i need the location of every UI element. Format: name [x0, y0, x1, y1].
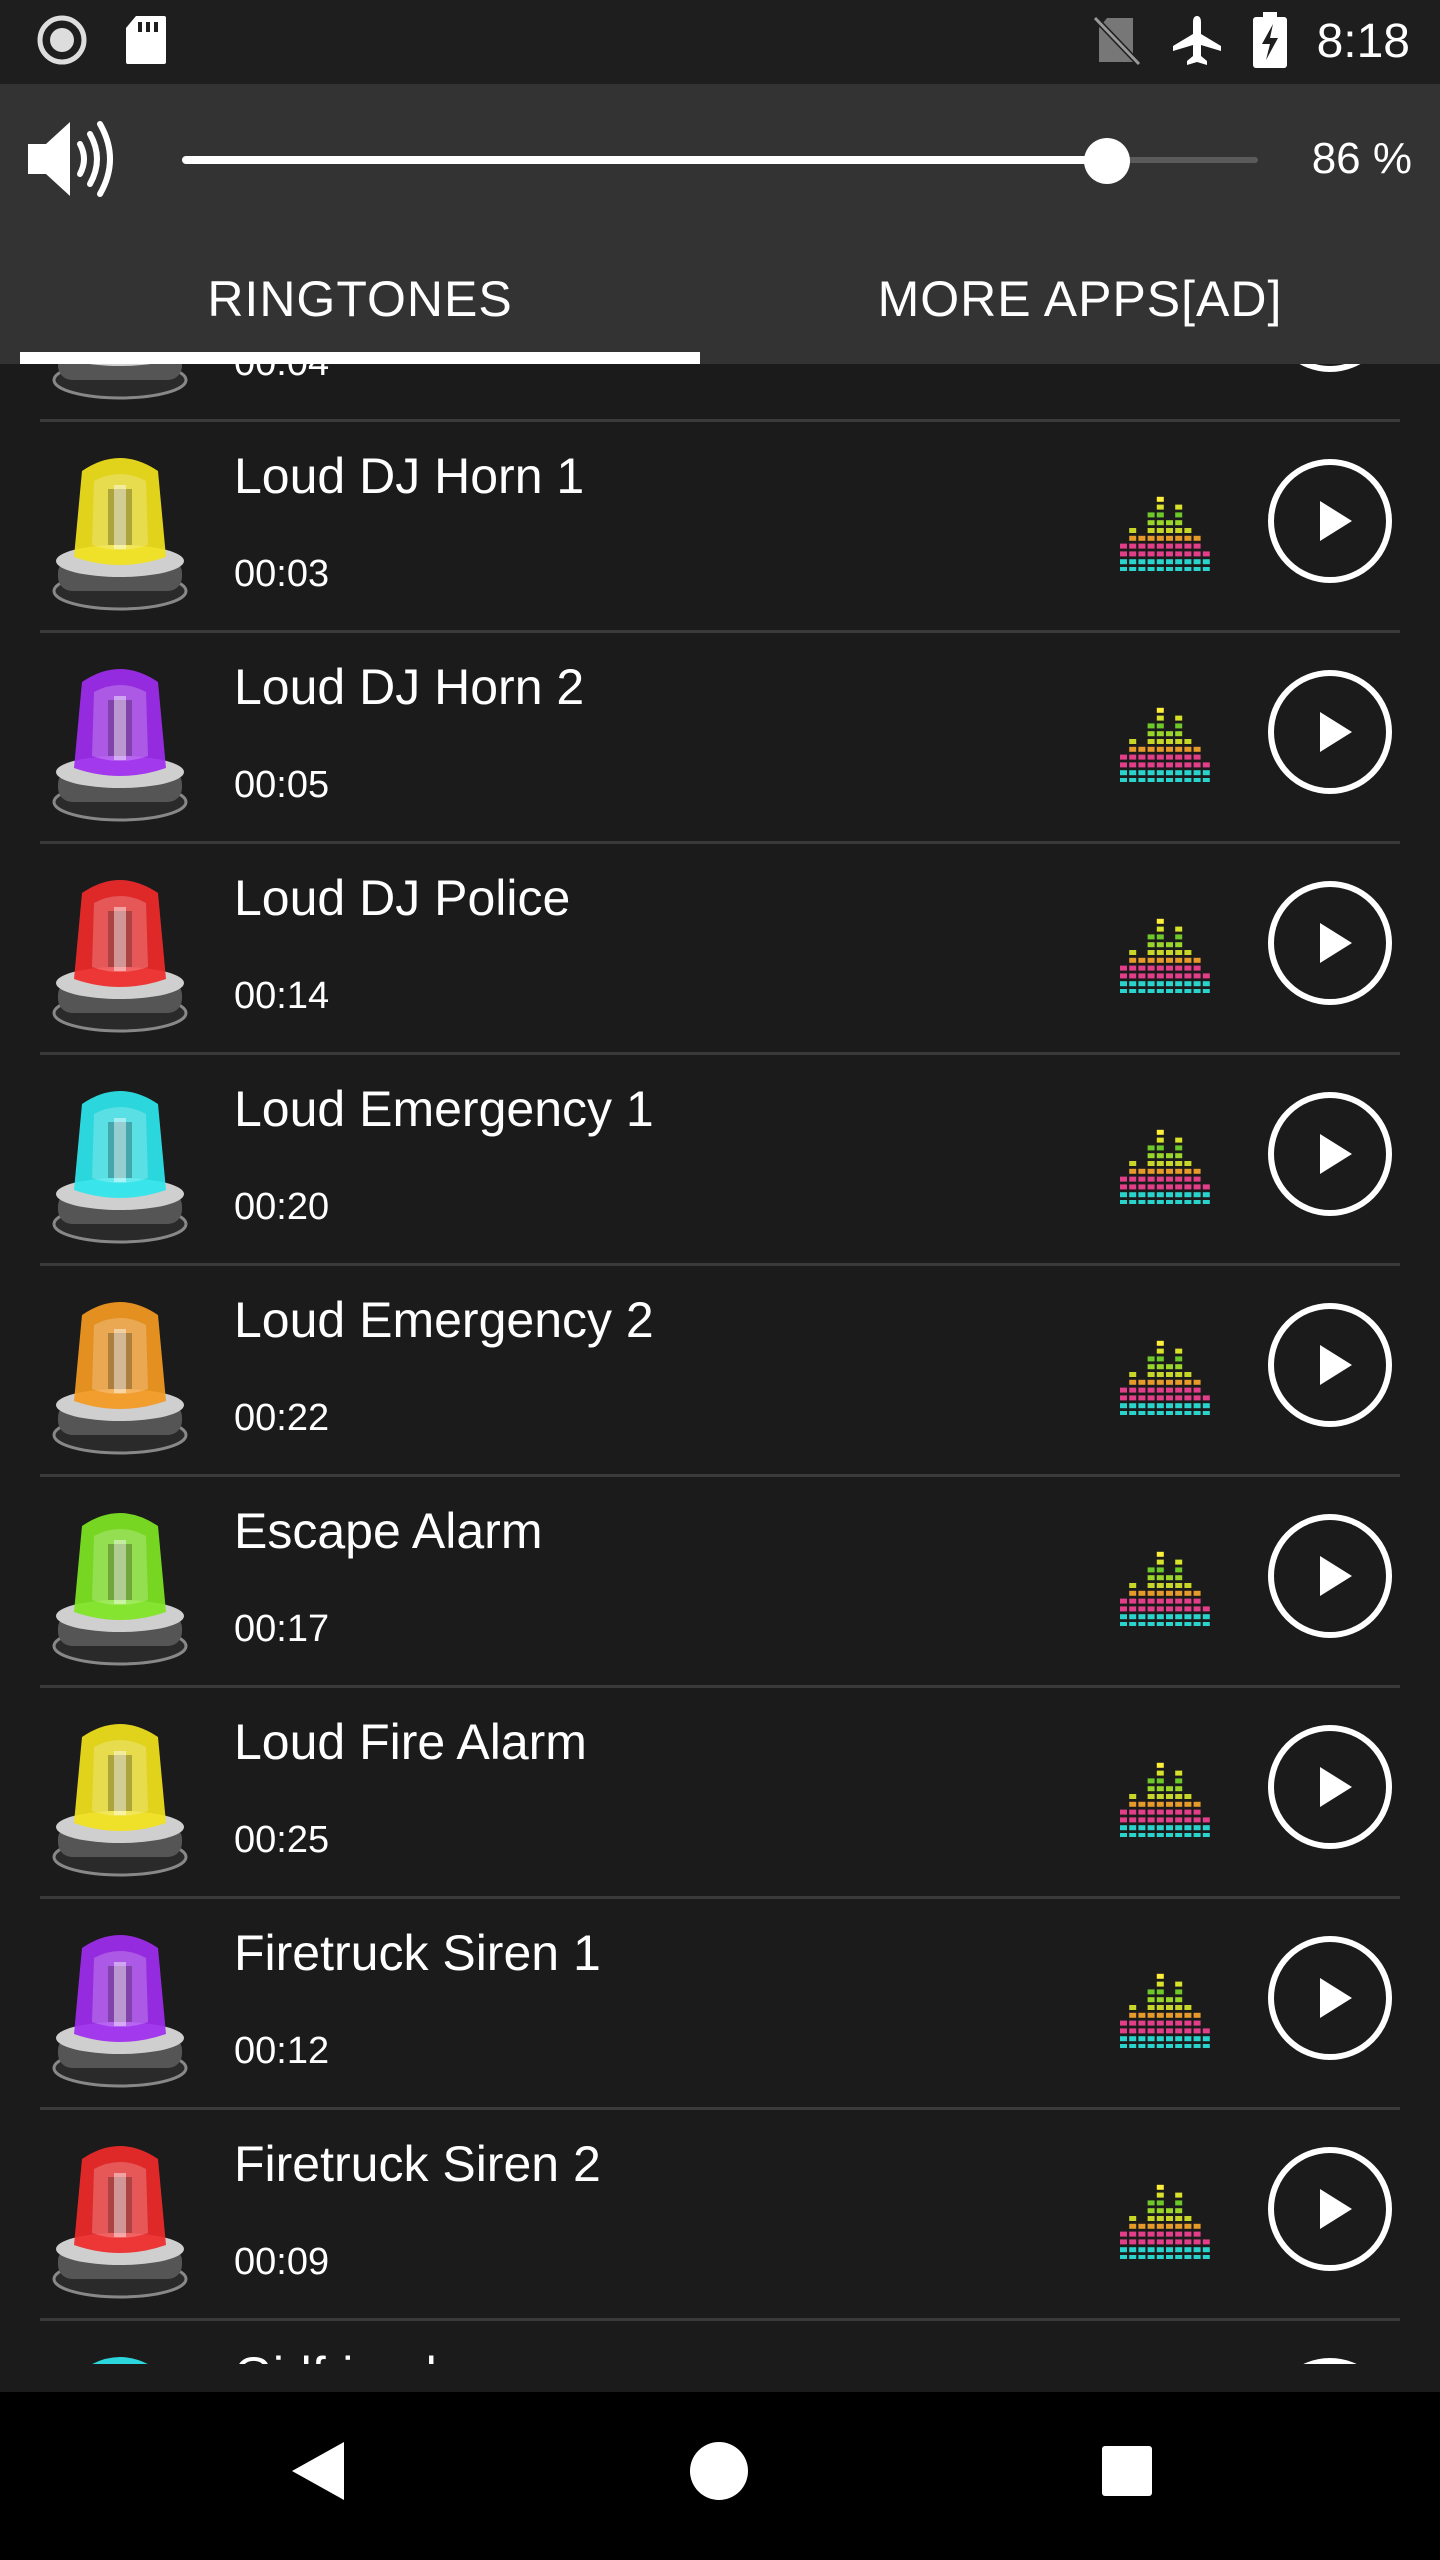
volume-slider-thumb[interactable]: [1084, 138, 1131, 184]
ringtone-title: Loud Emergency 2: [234, 1292, 654, 1348]
ringtone-title: Girlfriend: [234, 2346, 437, 2364]
equalizer-icon[interactable]: [1120, 2177, 1212, 2260]
equalizer-icon[interactable]: [1120, 1122, 1212, 1205]
ringtone-row[interactable]: Loud DJ Police 00:14: [40, 843, 1400, 1055]
volume-bar: 86 %: [0, 84, 1440, 234]
ringtone-row[interactable]: Loud DJ Horn 1 00:03: [40, 421, 1400, 633]
ringtone-duration: 00:03: [234, 553, 330, 595]
home-icon[interactable]: [684, 2436, 754, 2511]
ringtone-row[interactable]: 00:04: [40, 364, 1400, 422]
siren-light-icon: [50, 863, 190, 1033]
play-button[interactable]: [1268, 1303, 1392, 1427]
ringtone-row[interactable]: Escape Alarm 00:17: [40, 1476, 1400, 1688]
tab-bar: RINGTONES MORE APPS[AD]: [0, 234, 1440, 364]
ringtone-row[interactable]: Loud Emergency 1 00:20: [40, 1054, 1400, 1266]
play-button[interactable]: [1268, 459, 1392, 583]
play-button[interactable]: [1268, 364, 1392, 372]
siren-light-icon: [50, 652, 190, 822]
ringtone-duration: 00:17: [234, 1608, 330, 1650]
volume-percent: 86 %: [1311, 134, 1412, 183]
siren-light-icon: [50, 364, 190, 400]
equalizer-icon[interactable]: [1120, 1966, 1212, 2049]
equalizer-icon[interactable]: [1120, 911, 1212, 994]
tab-indicator: [20, 352, 700, 364]
equalizer-icon[interactable]: [1120, 1755, 1212, 1838]
equalizer-icon[interactable]: [1120, 489, 1212, 572]
ringtone-list[interactable]: 00:04 Loud DJ Horn 1 00:03 Loud DJ Horn 2 00…: [0, 364, 1440, 2364]
siren-light-icon: [50, 1074, 190, 1244]
ringtone-row[interactable]: Loud DJ Horn 2 00:05: [40, 632, 1400, 844]
ringtone-duration: 00:22: [234, 1397, 330, 1439]
play-button[interactable]: [1268, 2358, 1392, 2364]
tab-more-apps[interactable]: MORE APPS[AD]: [720, 234, 1440, 364]
siren-light-icon: [50, 441, 190, 611]
play-icon: [1314, 1554, 1354, 1598]
ringtone-title: Firetruck Siren 2: [234, 2136, 601, 2192]
ringtone-title: Loud Fire Alarm: [234, 1714, 587, 1770]
record-icon: [36, 14, 88, 71]
ringtone-row[interactable]: Loud Fire Alarm 00:25: [40, 1687, 1400, 1899]
play-button[interactable]: [1268, 881, 1392, 1005]
play-button[interactable]: [1268, 1092, 1392, 1216]
equalizer-icon[interactable]: [1120, 1333, 1212, 1416]
siren-light-icon: [50, 1285, 190, 1455]
equalizer-icon[interactable]: [1120, 1544, 1212, 1627]
play-icon: [1314, 921, 1354, 965]
play-button[interactable]: [1268, 2147, 1392, 2271]
ringtone-duration: 00:05: [234, 764, 330, 806]
play-button[interactable]: [1268, 670, 1392, 794]
ringtone-title: Loud DJ Police: [234, 870, 571, 926]
siren-light-icon: [50, 2340, 190, 2364]
play-icon: [1314, 710, 1354, 754]
siren-light-icon: [50, 1918, 190, 2088]
ringtone-duration: 00:09: [234, 2241, 330, 2283]
equalizer-icon[interactable]: [1120, 700, 1212, 783]
battery-charging-icon: [1252, 11, 1287, 73]
siren-light-icon: [50, 1707, 190, 1877]
status-bar: 8:18: [0, 0, 1440, 84]
ringtone-title: Firetruck Siren 1: [234, 1925, 601, 1981]
play-button[interactable]: [1268, 1514, 1392, 1638]
clock: 8:18: [1316, 15, 1410, 68]
airplane-icon: [1171, 14, 1223, 71]
ringtone-row[interactable]: Firetruck Siren 2 00:09: [40, 2109, 1400, 2321]
siren-light-icon: [50, 1496, 190, 1666]
play-icon: [1314, 1976, 1354, 2020]
ringtone-title: Loud Emergency 1: [234, 1081, 654, 1137]
play-button[interactable]: [1268, 1725, 1392, 1849]
sd-card-icon: [124, 14, 168, 71]
speaker-volume-icon[interactable]: [24, 114, 124, 209]
volume-slider[interactable]: [182, 138, 1258, 184]
siren-light-icon: [50, 2129, 190, 2299]
back-icon[interactable]: [284, 2436, 354, 2511]
ringtone-duration: 00:14: [234, 975, 330, 1017]
ringtone-title: Loud DJ Horn 2: [234, 659, 585, 715]
ringtone-title: Loud DJ Horn 1: [234, 448, 585, 504]
play-icon: [1314, 2187, 1354, 2231]
no-sim-icon: [1092, 14, 1141, 71]
play-icon: [1314, 1343, 1354, 1387]
ringtone-duration: 00:12: [234, 2030, 330, 2072]
tab-ringtones[interactable]: RINGTONES: [0, 234, 720, 364]
navigation-bar: [0, 2392, 1440, 2560]
ringtone-title: Escape Alarm: [234, 1503, 543, 1559]
play-icon: [1314, 1132, 1354, 1176]
ringtone-duration: 00:20: [234, 1186, 330, 1228]
play-icon: [1314, 499, 1354, 543]
recents-icon[interactable]: [1092, 2436, 1162, 2511]
play-button[interactable]: [1268, 1936, 1392, 2060]
ringtone-row[interactable]: Girlfriend: [40, 2320, 1400, 2364]
volume-slider-fill: [182, 156, 1108, 164]
ringtone-duration: 00:04: [234, 364, 329, 385]
ringtone-row[interactable]: Firetruck Siren 1 00:12: [40, 1898, 1400, 2110]
ringtone-duration: 00:25: [234, 1819, 330, 1861]
play-icon: [1314, 1765, 1354, 1809]
ringtone-row[interactable]: Loud Emergency 2 00:22: [40, 1265, 1400, 1477]
